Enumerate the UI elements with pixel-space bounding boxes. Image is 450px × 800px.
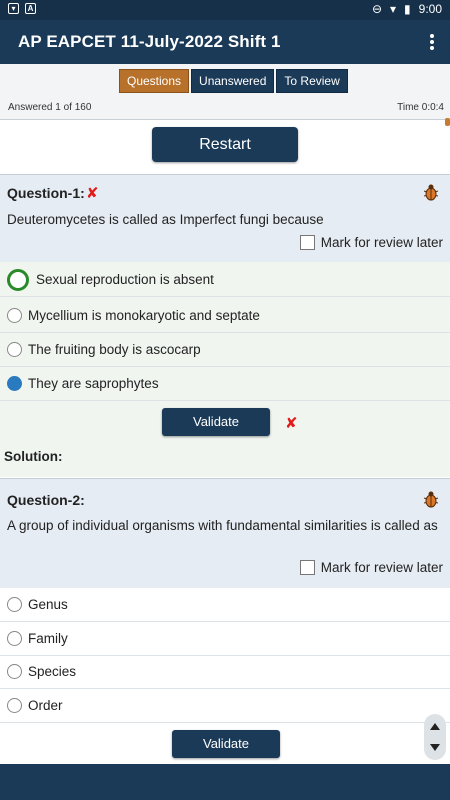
- option-1-2[interactable]: Mycellium is monokaryotic and septate: [0, 299, 450, 333]
- overflow-menu-icon[interactable]: [428, 32, 436, 52]
- bottom-bar: [0, 764, 450, 800]
- selected-radio[interactable]: [7, 376, 22, 391]
- option-radio[interactable]: [7, 631, 22, 646]
- option-label: Genus: [28, 597, 68, 612]
- scroll-indicator: [445, 118, 450, 126]
- app-bar: AP EAPCET 11-July-2022 Shift 1: [0, 20, 450, 64]
- tab-bar: Questions Unanswered To Review: [119, 69, 348, 93]
- review-label: Mark for review later: [320, 235, 443, 250]
- tabs-area: Questions Unanswered To Review Answered …: [0, 64, 450, 120]
- notification-icon: A: [25, 3, 36, 14]
- option-radio[interactable]: [7, 698, 22, 713]
- tab-to-review[interactable]: To Review: [276, 69, 348, 93]
- review-label: Mark for review later: [320, 560, 443, 575]
- app-title: AP EAPCET 11-July-2022 Shift 1: [18, 32, 281, 51]
- scroll-up-icon[interactable]: [430, 723, 440, 730]
- review-checkbox[interactable]: [299, 560, 315, 575]
- status-time: 9:00: [418, 2, 442, 16]
- option-radio[interactable]: [7, 664, 22, 679]
- option-label: Species: [28, 664, 77, 679]
- option-1-4[interactable]: They are saprophytes: [0, 367, 450, 401]
- dnd-icon: ⊖: [371, 2, 382, 16]
- tab-questions[interactable]: Questions: [119, 69, 190, 93]
- report-bug-icon[interactable]: [422, 490, 440, 508]
- option-label: Sexual reproduction is absent: [36, 272, 214, 287]
- question-2-title: Question-2:: [7, 492, 85, 508]
- option-2-1[interactable]: Genus: [0, 588, 450, 622]
- battery-icon: ▮: [404, 2, 411, 16]
- option-radio[interactable]: [7, 342, 22, 357]
- option-label: Family: [28, 631, 68, 646]
- option-label: The fruiting body is ascocarp: [28, 342, 201, 357]
- mark-for-review[interactable]: Mark for review later: [299, 560, 443, 575]
- restart-button[interactable]: Restart: [152, 127, 298, 162]
- question-2-text: A group of individual organisms with fun…: [7, 518, 438, 533]
- notification-icon: ▾: [8, 3, 19, 14]
- review-checkbox[interactable]: [299, 235, 315, 250]
- correct-answer-radio[interactable]: [7, 268, 29, 291]
- option-2-3[interactable]: Species: [0, 655, 450, 689]
- wrong-answer-icon: ✘: [285, 415, 298, 432]
- question-2-header: Question-2: A group of individual organi…: [0, 478, 450, 588]
- validate-button-2[interactable]: Validate: [172, 730, 280, 758]
- option-2-2[interactable]: Family: [0, 622, 450, 656]
- option-2-4[interactable]: Order: [0, 689, 450, 723]
- question-1-title: Question-1:: [7, 185, 85, 201]
- wifi-icon: ▾: [390, 2, 397, 16]
- option-label: Mycellium is monokaryotic and septate: [28, 308, 260, 323]
- mark-for-review[interactable]: Mark for review later: [299, 235, 443, 250]
- option-radio[interactable]: [7, 597, 22, 612]
- option-radio[interactable]: [7, 308, 22, 323]
- question-1-text: Deuteromycetes is called as Imperfect fu…: [7, 212, 324, 227]
- timer: Time 0:0:4: [397, 102, 444, 113]
- option-label: They are saprophytes: [28, 376, 159, 391]
- wrong-icon: ✘: [86, 185, 99, 202]
- tab-unanswered[interactable]: Unanswered: [191, 69, 275, 93]
- solution-label: Solution:: [4, 449, 63, 464]
- answered-count: Answered 1 of 160: [8, 102, 92, 113]
- report-bug-icon[interactable]: [422, 183, 440, 201]
- option-1-3[interactable]: The fruiting body is ascocarp: [0, 333, 450, 367]
- option-1-1[interactable]: Sexual reproduction is absent: [0, 263, 450, 297]
- validate-button-1[interactable]: Validate: [162, 408, 270, 436]
- option-label: Order: [28, 698, 63, 713]
- question-1-header: Question-1: ✘ Deuteromycetes is called a…: [0, 174, 450, 262]
- scroll-control[interactable]: [424, 714, 446, 760]
- scroll-down-icon[interactable]: [430, 744, 440, 751]
- status-bar: ▾ A ⊖ ▾ ▮ 9:00: [0, 0, 450, 20]
